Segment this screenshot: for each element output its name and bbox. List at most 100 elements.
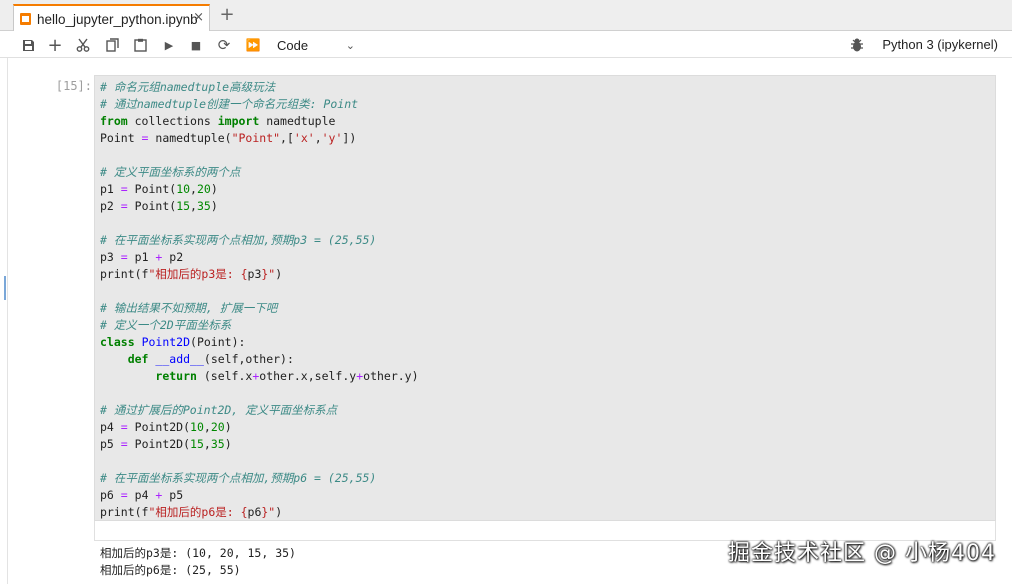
code-token: __add__ [155,352,204,366]
code-line: # 在平面坐标系实现两个点相加,预期p3 = (25,55) [100,232,419,249]
cut-button[interactable] [73,35,93,55]
save-icon [22,39,34,51]
code-token: # 通过namedtuple创建一个命名元组类: Point [100,97,359,111]
code-token: ) [275,505,283,519]
code-text[interactable]: # 命名元组namedtuple高级玩法 # 通过namedtuple创建一个命名… [100,79,419,521]
code-token: p2 [100,199,121,213]
code-token: Point [100,131,142,145]
code-token: "Point" [231,131,281,145]
code-line: p2 = Point(15,35) [100,198,419,215]
code-token: 'x' [293,131,315,145]
code-token: from [100,114,128,128]
code-token: namedtuple [259,114,336,128]
code-token: Point2D( [127,420,191,434]
code-token: 10 [176,182,191,196]
code-line: # 定义一个2D平面坐标系 [100,317,419,334]
code-token: # 在平面坐标系实现两个点相加,预期p6 = (25,55) [100,471,377,485]
code-line: # 通过扩展后的Point2D, 定义平面坐标系点 [100,402,419,419]
code-token: 35 [210,437,225,451]
code-line: def __add__(self,other): [100,351,419,368]
cut-icon [76,38,90,52]
code-token: "相加后的p3是: { [148,267,248,281]
code-line: p6 = p4 + p5 [100,487,419,504]
code-token: 35 [196,199,211,213]
code-token: other.y) [363,369,419,383]
code-line: return (self.x+other.x,self.y+other.y) [100,368,419,385]
run-button[interactable]: ▶ [159,35,179,55]
code-token: namedtuple( [148,131,232,145]
code-token: # 在平面坐标系实现两个点相加,预期p3 = (25,55) [100,233,377,247]
code-line: Point = namedtuple("Point",['x','y']) [100,130,419,147]
paste-button[interactable] [130,35,150,55]
code-token: print(f [100,505,149,519]
code-token: import [217,114,260,128]
code-token: p6 [100,488,121,502]
restart-button[interactable]: ⟳ [214,35,234,55]
kernel-name[interactable]: Python 3 (ipykernel) [882,37,998,52]
code-line: class Point2D(Point): [100,334,419,351]
new-tab-button[interactable]: + [217,5,237,25]
code-token: 15 [190,437,204,451]
code-line: p5 = Point2D(15,35) [100,436,419,453]
code-token: 20 [210,420,225,434]
cell-output: 相加后的p3是: (10, 20, 15, 35) 相加后的p6是: (25, 5… [100,545,296,579]
code-line: # 通过namedtuple创建一个命名元组类: Point [100,96,419,113]
code-token: , [203,420,211,434]
code-token: p6 [247,505,262,519]
copy-button[interactable] [102,35,122,55]
code-token: class [100,335,135,349]
code-token: ) [224,437,232,451]
notebook-tab[interactable]: hello_jupyter_python.ipynb × [13,4,210,32]
left-panel-edge [0,58,8,584]
code-line: p3 = p1 + p2 [100,249,419,266]
debugger-bug-icon[interactable] [849,37,865,53]
close-icon[interactable]: × [193,10,204,25]
code-token: collections [127,114,218,128]
chevron-down-icon: ⌄ [345,38,355,52]
code-token: # 命名元组namedtuple高级玩法 [100,80,276,94]
code-token: , [190,199,197,213]
cell-type-dropdown[interactable]: Code ⌄ [271,35,361,55]
code-token: = [120,199,128,213]
code-token: p3 [100,250,121,264]
code-token: 'y' [321,131,343,145]
output-line: 相加后的p3是: (10, 20, 15, 35) [100,546,296,560]
code-line: # 定义平面坐标系的两个点 [100,164,419,181]
code-token: = [120,437,128,451]
code-token: (self,other): [203,352,294,366]
code-token: 15 [176,199,191,213]
code-token: (Point): [190,335,246,349]
stop-button[interactable]: ■ [186,35,206,55]
code-token: p5 [100,437,121,451]
code-token: "相加后的p6是: { [148,505,248,519]
code-token: , [203,437,211,451]
code-token: = [120,250,128,264]
code-line: p4 = Point2D(10,20) [100,419,419,436]
code-token: p5 [162,488,184,502]
code-token: # 通过扩展后的Point2D, 定义平面坐标系点 [100,403,338,417]
paste-icon [133,38,147,52]
copy-icon [105,38,119,52]
notebook-icon [20,13,31,25]
code-line: # 在平面坐标系实现两个点相加,预期p6 = (25,55) [100,470,419,487]
save-button[interactable] [18,35,38,55]
code-token: Point2D( [127,437,191,451]
code-token: , [314,131,322,145]
code-token: ) [210,182,218,196]
code-token: # 输出结果不如预期, 扩展一下吧 [100,301,278,315]
code-token: # 定义一个2D平面坐标系 [100,318,232,332]
code-token: # 定义平面坐标系的两个点 [100,165,241,179]
code-token: (self.x [196,369,253,383]
insert-cell-button[interactable]: + [45,35,65,56]
run-all-button[interactable]: ⏩ [243,35,263,55]
code-token: = [120,488,128,502]
code-cell-editor[interactable]: # 命名元组namedtuple高级玩法 # 通过namedtuple创建一个命名… [94,75,996,521]
code-line: # 输出结果不如预期, 扩展一下吧 [100,300,419,317]
code-token: }" [261,267,276,281]
code-token: Point( [127,199,177,213]
code-token: = [120,182,128,196]
code-token: p2 [162,250,184,264]
